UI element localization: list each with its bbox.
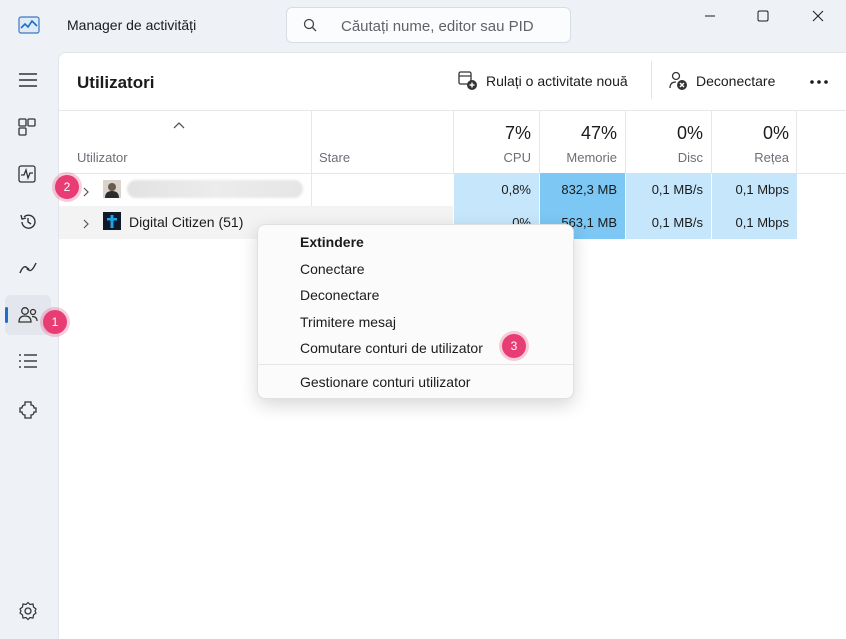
more-icon (810, 80, 828, 84)
column-header-user[interactable]: Utilizator (77, 150, 128, 165)
annotation-badge: 2 (55, 175, 79, 199)
menu-item-connect[interactable]: Conectare (300, 261, 365, 277)
search-icon (303, 18, 317, 32)
annotation-badge: 3 (502, 334, 526, 358)
details-icon (19, 354, 37, 368)
row-cpu: 0,8% (454, 173, 539, 206)
disk-percent: 0% (676, 123, 703, 143)
run-task-icon (458, 71, 477, 90)
users-icon (18, 307, 38, 323)
disconnect-label: Deconectare (696, 73, 776, 89)
sidebar-item-processes[interactable] (5, 107, 51, 147)
menu-item-disconnect[interactable]: Deconectare (300, 287, 379, 303)
row-disk: 0,1 MB/s (626, 206, 711, 239)
search-box[interactable] (286, 7, 571, 43)
column-header-disk[interactable]: Disc (625, 150, 703, 165)
title-bar: Manager de activități (0, 0, 846, 52)
column-header-network[interactable]: Rețea (711, 150, 789, 165)
startup-icon (19, 262, 37, 274)
close-icon (812, 10, 824, 22)
sidebar-item-details[interactable] (5, 342, 51, 382)
blurred-username (127, 180, 303, 198)
user-avatar (103, 212, 121, 230)
sidebar-item-startup[interactable] (5, 248, 51, 288)
close-button[interactable] (796, 8, 840, 30)
menu-item-expand[interactable]: Extindere (300, 234, 364, 250)
annotation-badge: 1 (43, 310, 67, 334)
row-network: 0,1 Mbps (712, 173, 797, 206)
sidebar-item-services[interactable] (5, 389, 51, 429)
app-title: Manager de activități (67, 17, 197, 33)
menu-separator (258, 364, 573, 365)
search-input[interactable] (339, 14, 563, 38)
user-avatar (103, 180, 121, 198)
history-icon (20, 214, 36, 229)
row-memory: 832,3 MB (540, 173, 625, 206)
row-network: 0,1 Mbps (712, 206, 797, 239)
column-header-memory[interactable]: Memorie (539, 150, 617, 165)
context-menu: Extindere Conectare Deconectare Trimiter… (257, 224, 574, 399)
sidebar-item-performance[interactable] (5, 154, 51, 194)
settings-icon (19, 601, 37, 621)
services-icon (19, 401, 37, 419)
column-divider (311, 110, 312, 173)
row-disk: 0,1 MB/s (626, 173, 711, 206)
performance-icon (18, 165, 36, 183)
minimize-icon (705, 15, 715, 17)
disconnect-button[interactable]: Deconectare (668, 69, 788, 97)
minimize-button[interactable] (688, 8, 732, 30)
sidebar-item-app-history[interactable] (5, 201, 51, 241)
sidebar-item-settings[interactable] (5, 590, 51, 630)
column-header-cpu[interactable]: CPU (453, 150, 531, 165)
task-manager-app-icon (18, 16, 40, 34)
column-divider (311, 173, 312, 206)
sidebar (0, 52, 58, 639)
maximize-button[interactable] (741, 8, 785, 30)
username: Digital Citizen (51) (129, 214, 244, 230)
toolbar-separator (651, 61, 652, 99)
chevron-right-icon[interactable] (81, 184, 91, 197)
memory-percent: 47% (580, 123, 617, 143)
disconnect-user-icon (669, 71, 687, 90)
column-header-status[interactable]: Stare (319, 150, 350, 165)
page-title: Utilizatori (77, 73, 155, 92)
menu-item-send-message[interactable]: Trimitere mesaj (300, 314, 396, 330)
chevron-right-icon[interactable] (81, 216, 91, 229)
column-divider (796, 110, 797, 173)
more-options-button[interactable] (807, 70, 831, 94)
processes-icon (18, 118, 36, 136)
run-new-task-label: Rulați o activitate nouă (486, 73, 628, 89)
network-percent: 0% (762, 123, 789, 143)
menu-item-switch-user[interactable]: Comutare conturi de utilizator (300, 340, 483, 356)
maximize-icon (757, 10, 769, 22)
cpu-percent: 7% (504, 123, 531, 143)
sidebar-item-menu[interactable] (5, 60, 51, 100)
menu-item-manage-accounts[interactable]: Gestionare conturi utilizator (300, 374, 470, 390)
run-new-task-button[interactable]: Rulați o activitate nouă (458, 69, 638, 97)
menu-icon (19, 73, 37, 87)
sort-ascending-icon (173, 116, 185, 134)
